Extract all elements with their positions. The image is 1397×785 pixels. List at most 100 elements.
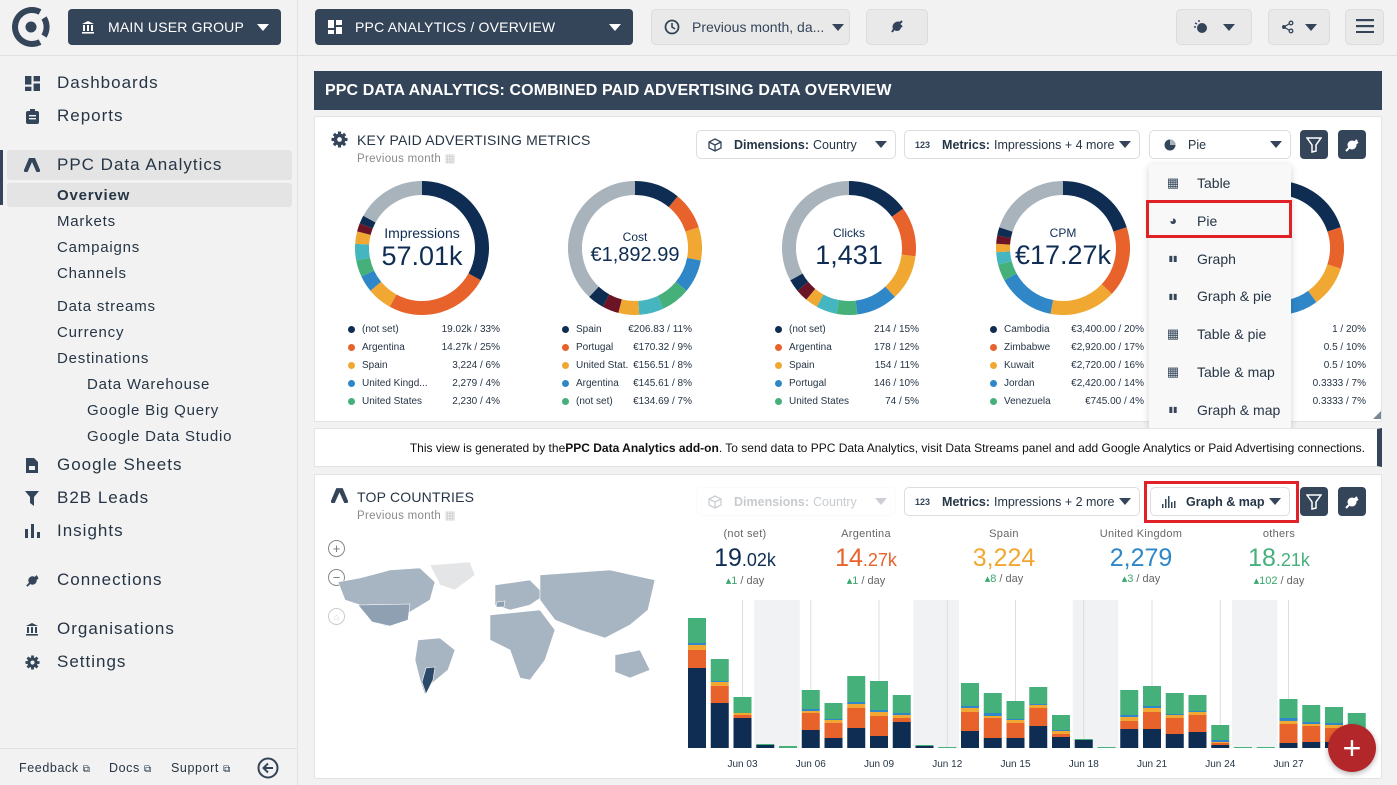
bar-segment-spain[interactable] bbox=[733, 713, 752, 715]
filter-button[interactable] bbox=[1300, 487, 1328, 516]
bar-segment--not-set-[interactable] bbox=[1052, 737, 1070, 748]
view-option-table[interactable]: ▦ Table bbox=[1149, 164, 1291, 202]
bar-segment-argentina[interactable] bbox=[1302, 726, 1321, 742]
sidebar-item-dashboards[interactable]: Dashboards bbox=[0, 72, 297, 94]
bar-segment--not-set-[interactable] bbox=[892, 722, 911, 748]
metrics-select[interactable]: 123 Metrics: Impressions + 2 more bbox=[904, 487, 1140, 516]
view-option-graph-pie[interactable]: ▮▮ Graph & pie bbox=[1149, 277, 1291, 315]
view-option-graph-map[interactable]: ▮▮ Graph & map bbox=[1149, 391, 1291, 429]
bar-segment-others[interactable] bbox=[1052, 715, 1070, 730]
bar-segment-others[interactable] bbox=[1188, 695, 1207, 711]
bar-segment--not-set-[interactable] bbox=[983, 738, 1002, 748]
bar-segment--not-set-[interactable] bbox=[870, 736, 888, 748]
bar-segment-spain[interactable] bbox=[801, 711, 820, 713]
sidebar-subitem-google-big-query[interactable]: Google Big Query bbox=[87, 402, 219, 419]
view-option-table-map[interactable]: ▦ Table & map bbox=[1149, 353, 1291, 391]
date-range-selector[interactable]: Previous month, da... bbox=[651, 9, 850, 45]
bar-segment-spain[interactable] bbox=[710, 682, 729, 686]
bar-segment-others[interactable] bbox=[733, 697, 752, 713]
bar-segment-united-kingdom[interactable] bbox=[1052, 730, 1070, 731]
bar-segment--not-set-[interactable] bbox=[1165, 734, 1184, 748]
bar-segment-united-kingdom[interactable] bbox=[983, 713, 1002, 716]
bar-segment--not-set-[interactable] bbox=[710, 703, 729, 748]
bar-segment-spain[interactable] bbox=[1188, 712, 1207, 715]
bar-segment-united-kingdom[interactable] bbox=[870, 710, 888, 712]
bar-segment--not-set-[interactable] bbox=[1279, 743, 1298, 748]
feedback-link[interactable]: Feedback ⧉ bbox=[19, 761, 91, 775]
bar-segment-united-kingdom[interactable] bbox=[710, 681, 729, 682]
dimensions-select[interactable]: Dimensions: Country bbox=[696, 130, 896, 159]
bar-segment-argentina[interactable] bbox=[710, 686, 729, 703]
sidebar-item-settings[interactable]: Settings bbox=[0, 651, 297, 673]
view-option-graph[interactable]: ▮▮ Graph bbox=[1149, 240, 1291, 278]
bar-segment-others[interactable] bbox=[938, 747, 957, 748]
main-menu-button[interactable] bbox=[1345, 9, 1384, 45]
bar-segment-argentina[interactable] bbox=[983, 718, 1002, 738]
bar-segment-argentina[interactable] bbox=[1120, 721, 1139, 729]
sidebar-subitem-markets[interactable]: Markets bbox=[57, 213, 116, 230]
bar-segment--not-set-[interactable] bbox=[824, 738, 843, 748]
bar-segment-united-kingdom[interactable] bbox=[1211, 740, 1230, 742]
docs-link[interactable]: Docs ⧉ bbox=[109, 761, 152, 775]
bar-segment-argentina[interactable] bbox=[870, 716, 888, 736]
bar-segment-spain[interactable] bbox=[847, 704, 866, 708]
bar-segment-spain[interactable] bbox=[983, 716, 1002, 718]
card-connections-button[interactable] bbox=[1338, 487, 1366, 516]
sidebar-item-connections[interactable]: Connections bbox=[0, 569, 297, 591]
sidebar-subitem-campaigns[interactable]: Campaigns bbox=[57, 239, 140, 256]
sidebar-subitem-channels[interactable]: Channels bbox=[57, 265, 127, 282]
pie-chart-cost[interactable]: Cost €1,892.99 bbox=[568, 181, 702, 315]
bar-segment-united-kingdom[interactable] bbox=[688, 643, 706, 645]
bar-segment--not-set-[interactable] bbox=[1006, 738, 1025, 748]
sidebar-subitem-destinations[interactable]: Destinations bbox=[57, 350, 149, 367]
bar-segment-others[interactable] bbox=[824, 703, 843, 719]
bar-segment-united-kingdom[interactable] bbox=[1325, 723, 1343, 725]
bar-segment--not-set-[interactable] bbox=[1029, 726, 1048, 748]
user-group-selector[interactable]: MAIN USER GROUP bbox=[68, 9, 281, 45]
bar-segment--not-set-[interactable] bbox=[1188, 732, 1207, 748]
sidebar-item-organisations[interactable]: Organisations bbox=[0, 618, 297, 640]
bar-segment-united-kingdom[interactable] bbox=[1279, 718, 1298, 721]
bar-segment-united-kingdom[interactable] bbox=[1143, 706, 1161, 708]
bar-segment-others[interactable] bbox=[1325, 707, 1343, 723]
bar-segment-spain[interactable] bbox=[824, 720, 843, 723]
view-option-table-pie[interactable]: ▦ Table & pie bbox=[1149, 315, 1291, 353]
bar-segment-others[interactable] bbox=[1074, 739, 1093, 740]
bar-segment-argentina[interactable] bbox=[1029, 708, 1048, 726]
share-button[interactable] bbox=[1268, 9, 1330, 45]
bar-segment-argentina[interactable] bbox=[688, 650, 706, 668]
bar-segment-united-kingdom[interactable] bbox=[961, 706, 979, 708]
bar-segment-argentina[interactable] bbox=[1052, 734, 1070, 737]
sidebar-subitem-overview[interactable]: Overview bbox=[57, 187, 130, 204]
collapse-sidebar-icon[interactable] bbox=[257, 757, 279, 779]
bar-segment--not-set-[interactable] bbox=[1120, 729, 1139, 748]
bar-segment--not-set-[interactable] bbox=[1143, 729, 1161, 748]
bar-segment--not-set-[interactable] bbox=[733, 718, 752, 748]
sidebar-subitem-google-data-studio[interactable]: Google Data Studio bbox=[87, 428, 232, 445]
bar-segment--not-set-[interactable] bbox=[756, 745, 775, 748]
bar-segment-spain[interactable] bbox=[1143, 708, 1161, 712]
bar-segment--not-set-[interactable] bbox=[847, 728, 866, 748]
metrics-select[interactable]: 123 Metrics: Impressions + 4 more bbox=[904, 130, 1140, 159]
bar-segment--not-set-[interactable] bbox=[801, 730, 820, 748]
bar-segment--not-set-[interactable] bbox=[1211, 745, 1230, 748]
bar-segment-spain[interactable] bbox=[1302, 724, 1321, 726]
bar-segment-others[interactable] bbox=[779, 746, 797, 748]
bar-segment-others[interactable] bbox=[915, 745, 934, 746]
bar-segment-spain[interactable] bbox=[1279, 721, 1298, 724]
bar-segment-spain[interactable] bbox=[961, 708, 979, 712]
bar-segment-argentina[interactable] bbox=[961, 712, 979, 731]
pie-chart-clicks[interactable]: Clicks 1,431 bbox=[782, 181, 916, 315]
bar-segment-spain[interactable] bbox=[1211, 742, 1230, 743]
sidebar-subitem-currency[interactable]: Currency bbox=[57, 324, 124, 341]
bar-segment-others[interactable] bbox=[756, 744, 775, 745]
bar-segment-others[interactable] bbox=[1006, 701, 1025, 719]
bar-segment-united-kingdom[interactable] bbox=[1120, 715, 1139, 717]
bar-segment-argentina[interactable] bbox=[1211, 743, 1230, 745]
sidebar-item-google-sheets[interactable]: Google Sheets bbox=[0, 454, 297, 476]
sidebar-item-b2b-leads[interactable]: B2B Leads bbox=[0, 487, 297, 509]
bar-segment-argentina[interactable] bbox=[847, 708, 866, 728]
sidebar-item-insights[interactable]: Insights bbox=[0, 520, 297, 542]
bar-segment-others[interactable] bbox=[983, 693, 1002, 713]
bar-segment-united-kingdom[interactable] bbox=[824, 719, 843, 720]
